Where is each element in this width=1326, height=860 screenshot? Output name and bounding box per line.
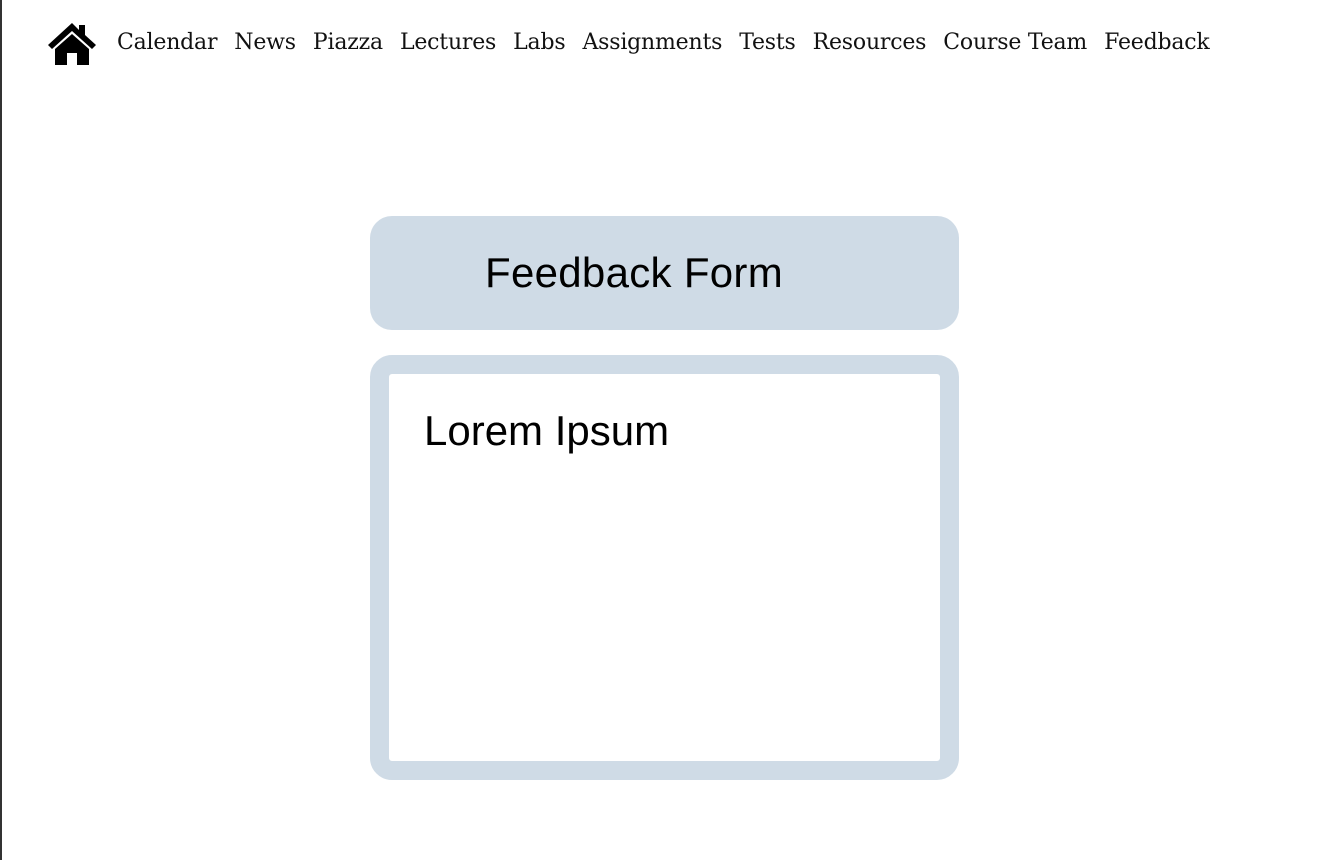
page-title: Feedback Form [485, 249, 784, 296]
home-icon[interactable] [48, 21, 96, 65]
window-left-edge [0, 0, 2, 860]
top-nav: Calendar News Piazza Lectures Labs Assig… [48, 20, 1210, 66]
feedback-text: Lorem Ipsum [424, 407, 670, 454]
nav-item-resources[interactable]: Resources [813, 20, 927, 66]
nav-item-piazza[interactable]: Piazza [313, 20, 383, 66]
nav-item-news[interactable]: News [234, 20, 296, 66]
nav-item-calendar[interactable]: Calendar [117, 20, 217, 66]
feedback-form-body[interactable]: Lorem Ipsum [370, 355, 959, 780]
nav-item-tests[interactable]: Tests [739, 20, 796, 66]
nav-item-course-team[interactable]: Course Team [943, 20, 1087, 66]
nav-item-labs[interactable]: Labs [513, 20, 566, 66]
nav-item-assignments[interactable]: Assignments [582, 20, 722, 66]
feedback-form-header: Feedback Form [370, 216, 959, 330]
nav-item-feedback[interactable]: Feedback [1104, 20, 1210, 66]
nav-item-lectures[interactable]: Lectures [400, 20, 496, 66]
